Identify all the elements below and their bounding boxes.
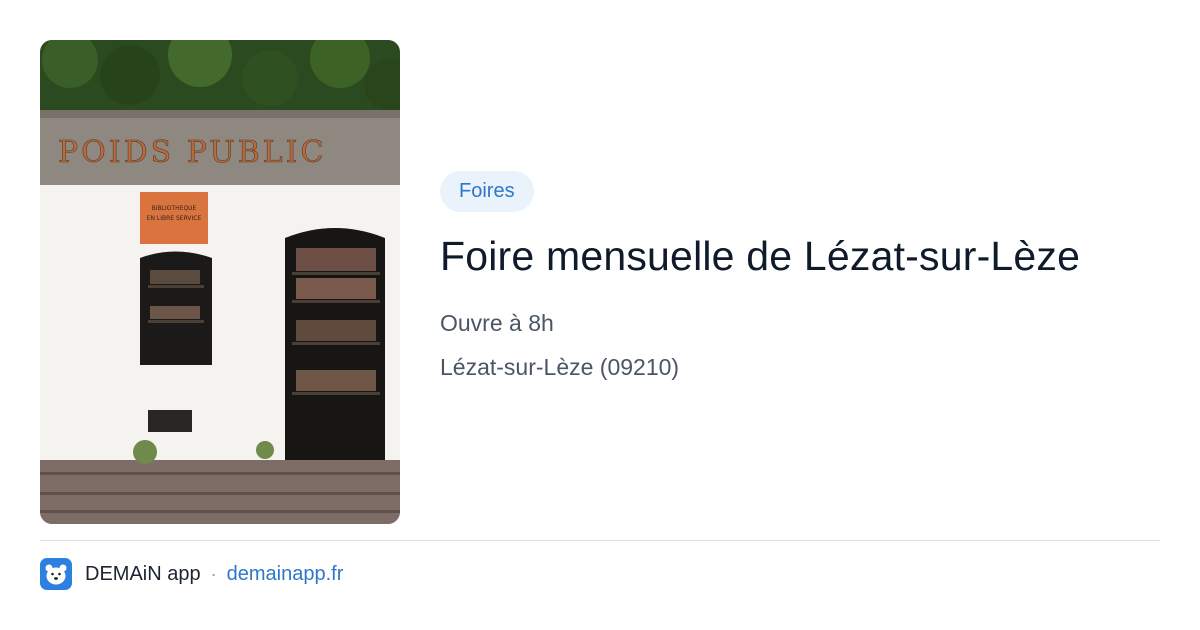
bear-face-icon bbox=[40, 558, 72, 590]
footer: DEMAiN app · demainapp.fr bbox=[40, 558, 343, 590]
plaque-line2: EN LIBRE SERVICE bbox=[147, 215, 202, 222]
sign-text: POIDS PUBLIC bbox=[58, 135, 327, 170]
plaque-line1: BIBLIOTHEQUE bbox=[152, 205, 197, 212]
event-photo: POIDS PUBLIC BIBLIOTHEQUE EN LIBRE SERVI… bbox=[40, 40, 400, 524]
event-title: Foire mensuelle de Lézat-sur-Lèze bbox=[440, 233, 1081, 279]
divider bbox=[40, 540, 1160, 541]
app-name: DEMAiN app bbox=[85, 562, 201, 585]
separator: · bbox=[210, 563, 217, 584]
event-photo-illustration: POIDS PUBLIC BIBLIOTHEQUE EN LIBRE SERVI… bbox=[40, 40, 400, 524]
event-location: Lézat-sur-Lèze (09210) bbox=[440, 354, 680, 380]
app-link[interactable]: demainapp.fr bbox=[227, 563, 344, 586]
event-hours: Ouvre à 8h bbox=[440, 310, 554, 336]
category-badge[interactable]: Foires bbox=[440, 171, 534, 212]
